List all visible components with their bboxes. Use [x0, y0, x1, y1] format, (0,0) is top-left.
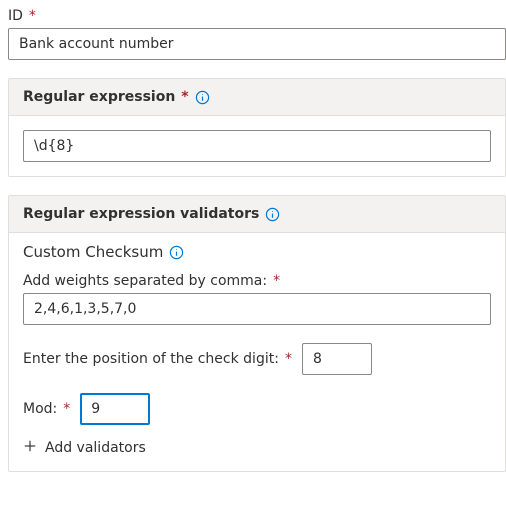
id-label-text: ID — [8, 8, 23, 24]
id-input[interactable] — [8, 28, 506, 60]
required-asterisk: * — [29, 8, 36, 24]
validators-header: Regular expression validators — [9, 196, 505, 233]
required-asterisk: * — [285, 351, 292, 367]
info-icon[interactable] — [265, 207, 280, 222]
mod-input[interactable] — [80, 393, 150, 425]
custom-checksum-header: Custom Checksum — [9, 233, 505, 265]
regex-panel: Regular expression * — [8, 78, 506, 177]
info-icon[interactable] — [169, 245, 184, 260]
plus-icon — [23, 439, 37, 457]
required-asterisk: * — [63, 401, 70, 417]
required-asterisk: * — [273, 273, 280, 289]
weights-label: Add weights separated by comma: * — [23, 273, 280, 289]
mod-label-text: Mod: — [23, 401, 57, 417]
validators-panel: Regular expression validators Custom Che… — [8, 195, 506, 472]
regex-header-text: Regular expression — [23, 89, 175, 105]
custom-checksum-text: Custom Checksum — [23, 243, 163, 261]
weights-label-text: Add weights separated by comma: — [23, 273, 267, 289]
weights-input[interactable] — [23, 293, 491, 325]
position-input[interactable] — [302, 343, 372, 375]
validators-header-text: Regular expression validators — [23, 206, 259, 222]
mod-label: Mod: * — [23, 401, 70, 417]
regex-input[interactable] — [23, 130, 491, 162]
id-label: ID * — [8, 8, 36, 24]
add-validators-button[interactable]: Add validators — [9, 425, 505, 471]
regex-header: Regular expression * — [9, 79, 505, 116]
position-label-text: Enter the position of the check digit: — [23, 351, 279, 367]
position-label: Enter the position of the check digit: * — [23, 351, 292, 367]
required-asterisk: * — [181, 89, 188, 105]
info-icon[interactable] — [195, 90, 210, 105]
add-validators-label: Add validators — [45, 440, 146, 456]
